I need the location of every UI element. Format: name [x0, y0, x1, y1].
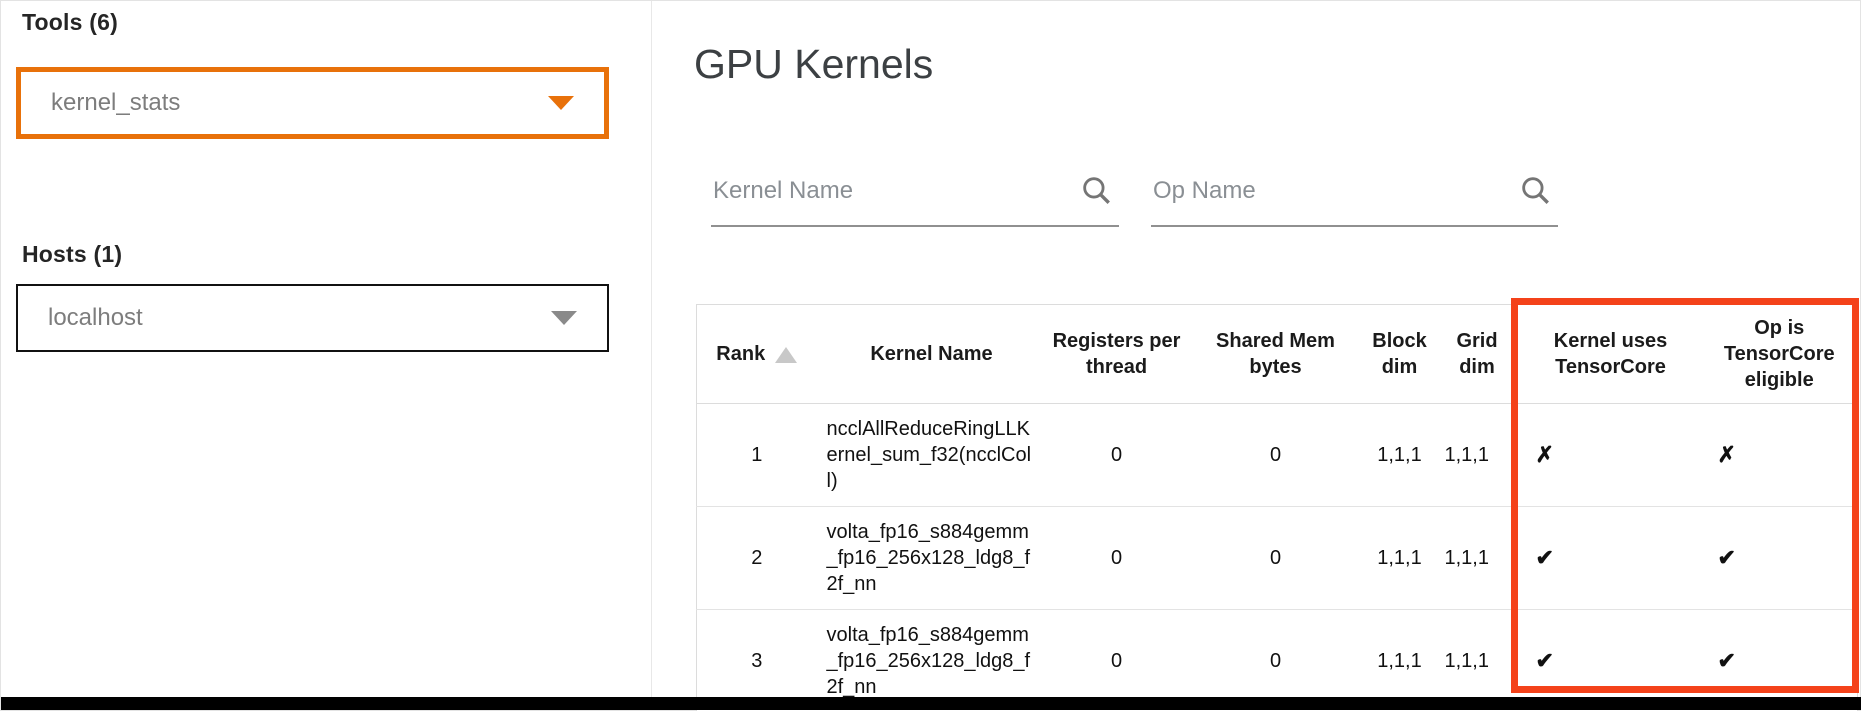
- column-header-rank[interactable]: Rank: [697, 305, 817, 404]
- column-header-shared-mem-bytes[interactable]: Shared Mem bytes: [1187, 305, 1365, 404]
- shared-mem-bytes-cell: 0: [1187, 610, 1365, 711]
- bottom-edge-bar: [1, 697, 1861, 710]
- shared-mem-bytes-cell: 0: [1187, 507, 1365, 610]
- kernel-table-container: Rank Kernel Name Registers per thread Sh…: [696, 304, 1857, 711]
- registers-per-thread-cell: 0: [1047, 404, 1187, 507]
- kernel-table-body: 1 ncclAllReduceRingLLKernel_sum_f32(nccl…: [697, 404, 1858, 711]
- hosts-dropdown[interactable]: localhost: [16, 284, 609, 352]
- kernel-name-cell: volta_fp16_s884gemm_fp16_256x128_ldg8_f2…: [817, 507, 1047, 610]
- table-row[interactable]: 3 volta_fp16_s884gemm_fp16_256x128_ldg8_…: [697, 610, 1858, 711]
- table-header-row: Rank Kernel Name Registers per thread Sh…: [697, 305, 1858, 404]
- sidebar: Tools (6) kernel_stats Hosts (1) localho…: [1, 1, 651, 698]
- column-header-block-dim[interactable]: Block dim: [1365, 305, 1435, 404]
- page-title: GPU Kernels: [694, 41, 933, 88]
- block-dim-cell: 1,1,1: [1365, 404, 1435, 507]
- block-dim-cell: 1,1,1: [1365, 610, 1435, 711]
- hosts-label: Hosts (1): [22, 241, 122, 268]
- op-tensorcore-eligible-cell: ✔: [1702, 610, 1858, 711]
- block-dim-cell: 1,1,1: [1365, 507, 1435, 610]
- sort-ascending-icon: [775, 347, 797, 363]
- shared-mem-bytes-cell: 0: [1187, 404, 1365, 507]
- registers-per-thread-cell: 0: [1047, 610, 1187, 711]
- table-row[interactable]: 2 volta_fp16_s884gemm_fp16_256x128_ldg8_…: [697, 507, 1858, 610]
- op-name-input[interactable]: [1151, 159, 1491, 205]
- column-header-registers-per-thread[interactable]: Registers per thread: [1047, 305, 1187, 404]
- rank-cell: 1: [697, 404, 817, 507]
- grid-dim-cell: 1,1,1: [1435, 610, 1520, 711]
- kernel-name-cell: ncclAllReduceRingLLKernel_sum_f32(ncclCo…: [817, 404, 1047, 507]
- op-tensorcore-eligible-cell: ✗: [1702, 404, 1858, 507]
- tools-dropdown-value: kernel_stats: [21, 89, 180, 117]
- grid-dim-cell: 1,1,1: [1435, 404, 1520, 507]
- kernel-uses-tensorcore-cell: ✗: [1520, 404, 1702, 507]
- search-icon: [1079, 173, 1113, 207]
- op-name-filter: [1151, 159, 1558, 227]
- kernel-table: Rank Kernel Name Registers per thread Sh…: [696, 304, 1858, 711]
- profiler-kernel-stats-page: Tools (6) kernel_stats Hosts (1) localho…: [0, 0, 1861, 711]
- kernel-name-input[interactable]: [711, 159, 1051, 205]
- kernel-uses-tensorcore-cell: ✔: [1520, 507, 1702, 610]
- kernel-name-cell: volta_fp16_s884gemm_fp16_256x128_ldg8_f2…: [817, 610, 1047, 711]
- kernel-uses-tensorcore-cell: ✔: [1520, 610, 1702, 711]
- column-header-kernel-name[interactable]: Kernel Name: [817, 305, 1047, 404]
- main-content: GPU Kernels: [652, 1, 1861, 698]
- tools-label: Tools (6): [22, 9, 118, 36]
- op-tensorcore-eligible-cell: ✔: [1702, 507, 1858, 610]
- rank-cell: 3: [697, 610, 817, 711]
- tools-dropdown[interactable]: kernel_stats: [16, 67, 609, 139]
- registers-per-thread-cell: 0: [1047, 507, 1187, 610]
- grid-dim-cell: 1,1,1: [1435, 507, 1520, 610]
- chevron-down-icon: [548, 96, 574, 110]
- chevron-down-icon: [551, 311, 577, 325]
- column-header-op-tensorcore-eligible[interactable]: Op is TensorCore eligible: [1702, 305, 1858, 404]
- rank-cell: 2: [697, 507, 817, 610]
- search-icon: [1518, 173, 1552, 207]
- hosts-dropdown-value: localhost: [18, 304, 143, 332]
- table-row[interactable]: 1 ncclAllReduceRingLLKernel_sum_f32(nccl…: [697, 404, 1858, 507]
- kernel-name-filter: [711, 159, 1119, 227]
- column-header-grid-dim[interactable]: Grid dim: [1435, 305, 1520, 404]
- column-header-kernel-uses-tensorcore[interactable]: Kernel uses TensorCore: [1520, 305, 1702, 404]
